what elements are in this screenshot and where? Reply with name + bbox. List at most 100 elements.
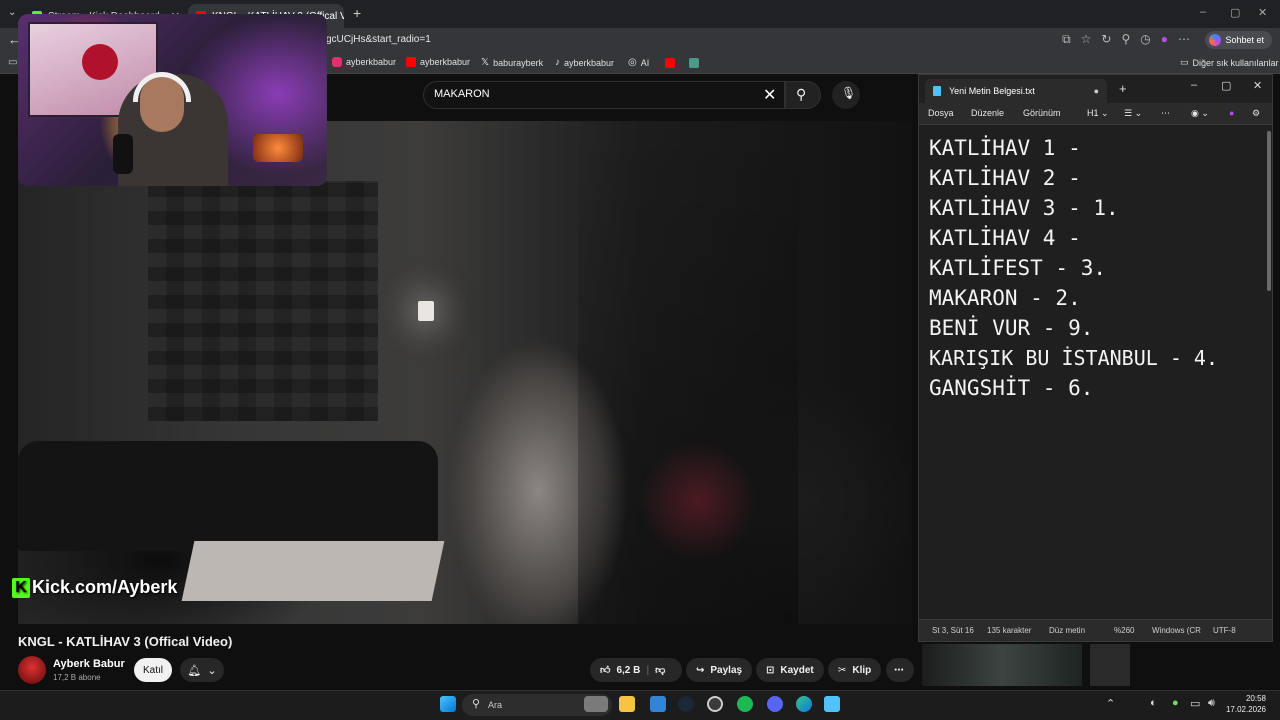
settings-gear-icon[interactable]: ⚙ (1252, 108, 1260, 119)
widgets-icon[interactable] (584, 696, 608, 712)
notepad-statusbar: St 3, Süt 16 135 karakter Düz metin %260… (919, 619, 1272, 641)
close-window-icon[interactable]: ✕ (1258, 6, 1267, 19)
notepad-taskbar-icon[interactable] (824, 696, 840, 712)
text-format[interactable]: Düz metin (1049, 626, 1085, 635)
more-actions-button[interactable]: ⋯ (886, 658, 914, 682)
join-button[interactable]: Katıl (134, 658, 172, 682)
youtube-bookmark-icon[interactable] (665, 58, 675, 68)
heading-select[interactable]: H1 ⌄ (1087, 108, 1109, 119)
encoding[interactable]: UTF-8 (1213, 626, 1236, 635)
zoom-level[interactable]: %260 (1114, 626, 1134, 635)
history-icon[interactable]: ◷ (1140, 32, 1150, 47)
minimize-icon[interactable]: – (1200, 6, 1206, 18)
bookmark-label: ayberkbabur (346, 57, 397, 67)
pc-icon[interactable]: ▭ (8, 57, 17, 68)
notepad-editor[interactable]: KATLİHAV 1 - KATLİHAV 2 - KATLİHAV 3 - 1. K… (929, 133, 1269, 403)
favorite-star-icon[interactable]: ☆ (1081, 32, 1092, 47)
subscriber-count: 17,2 B abone (53, 673, 101, 682)
tray-discord-icon[interactable]: ◐ (1150, 697, 1157, 709)
more-icon[interactable]: ⋯ (1178, 32, 1190, 47)
share-button[interactable]: ↪ Paylaş (686, 658, 753, 682)
menu-view[interactable]: Görünüm (1023, 108, 1061, 118)
sofa (18, 441, 438, 551)
channel-name[interactable]: Ayberk Babur (53, 658, 125, 670)
scrollbar[interactable] (1267, 131, 1271, 291)
extensions-icon[interactable]: ⚲ (1121, 32, 1130, 47)
steam-icon[interactable] (678, 696, 694, 712)
background-thumbnail-2 (1090, 644, 1130, 686)
bookmark-label: ayberkbabur (564, 57, 615, 68)
obs-icon[interactable] (707, 696, 723, 712)
system-clock[interactable]: 20:58 17.02.2026 (1226, 693, 1266, 715)
like-count[interactable]: 6,2 B (616, 665, 640, 676)
watermark-text: Kick.com/Ayberk (32, 577, 178, 597)
clear-search-icon[interactable]: ✕ (763, 85, 776, 105)
profile-icon[interactable]: ● (1229, 108, 1234, 118)
menu-file[interactable]: Dosya (928, 108, 954, 118)
editor-line: KATLİFEST - 3. (929, 256, 1107, 280)
orange-light (253, 134, 303, 162)
bookmark-icon: ⊡ (766, 664, 775, 676)
edge-icon[interactable] (796, 696, 812, 712)
clip-label: Klip (852, 664, 872, 676)
chat-label: Sohbet et (1225, 35, 1264, 45)
dislike-icon[interactable]: 👎︎ (655, 664, 665, 676)
copilot-chat-button[interactable]: Sohbet et (1205, 31, 1272, 49)
video-player[interactable] (18, 121, 912, 624)
close-icon[interactable]: ✕ (1253, 79, 1262, 92)
app-bookmark-icon[interactable] (689, 58, 699, 68)
heading-label: H1 (1087, 108, 1099, 118)
spotify-icon[interactable] (737, 696, 753, 712)
more-icon[interactable]: ⋯ (1161, 108, 1170, 119)
bookmark-instagram[interactable]: ayberkbabur (332, 57, 396, 67)
bookmark-tiktok[interactable]: ♪ ayberkbabur (555, 57, 614, 68)
search-value: MAKARON (434, 88, 490, 100)
read-aloud-icon[interactable]: ⧉ (1062, 32, 1071, 47)
maximize-icon[interactable]: ▢ (1221, 79, 1231, 92)
bookmark-x[interactable]: 𝕏 baburayberk (481, 57, 543, 68)
background-video-thumbnail (922, 644, 1082, 686)
avatar[interactable] (18, 656, 46, 684)
bookmark-ai[interactable]: ◎ AI (628, 57, 649, 68)
like-icon[interactable]: 👍︎ (600, 664, 610, 676)
file-explorer-icon[interactable] (619, 696, 635, 712)
menu-edit[interactable]: Düzenle (971, 108, 1004, 118)
voice-search-button[interactable]: 🎙 (832, 81, 860, 109)
list-icon[interactable]: ☰ ⌄ (1124, 108, 1142, 119)
volume-icon[interactable]: 🔊︎ (1208, 697, 1215, 710)
new-tab-button[interactable]: + (353, 5, 361, 21)
cursor-position: St 3, Süt 16 (932, 626, 974, 635)
notepad-tab[interactable]: Yeni Metin Belgesi.txt ● (925, 79, 1107, 103)
search-icon: ⚲ (796, 86, 807, 102)
bookmark-label: ayberkbabur (420, 57, 471, 67)
scissors-icon: ✂ (838, 664, 847, 676)
bookmark-youtube[interactable]: ayberkbabur (406, 57, 470, 67)
other-bookmarks[interactable]: ▭ Diğer sık kullanılanlar (1180, 57, 1279, 68)
editor-line: KATLİHAV 4 - (929, 226, 1081, 250)
search-button[interactable]: ⚲ (785, 81, 821, 109)
tray-chevron-icon[interactable]: ⌃ (1106, 697, 1115, 710)
wall-lamp (418, 301, 434, 321)
monitor-icon[interactable]: ▭ (1190, 697, 1200, 710)
clip-button[interactable]: ✂ Klip (828, 658, 882, 682)
profile-icon[interactable]: ● (1161, 32, 1168, 47)
minimize-icon[interactable]: – (1191, 79, 1197, 91)
line-ending[interactable]: Windows (CR (1152, 626, 1201, 635)
discord-icon[interactable] (767, 696, 783, 712)
kick-watermark: K Kick.com/Ayberk (12, 577, 177, 598)
bookmark-label: AI (640, 57, 650, 68)
copilot-icon[interactable]: ◉ ⌄ (1191, 108, 1209, 119)
tab-actions-chevron-icon[interactable]: ⌄ (8, 7, 16, 18)
start-windows-icon[interactable] (440, 696, 456, 712)
video-title: KNGL - KATLİHAV 3 (Offical Video) (18, 634, 233, 649)
new-tab-button[interactable]: + (1119, 81, 1127, 96)
tiktok-icon: ♪ (555, 57, 560, 68)
url-field[interactable]: gcUCjHs&start_radio=1 (326, 34, 431, 45)
notifications-button[interactable]: 🔔︎ ⌄ (180, 658, 224, 682)
refresh-icon[interactable]: ↻ (1101, 32, 1111, 47)
store-icon[interactable] (650, 696, 666, 712)
save-button[interactable]: ⊡ Kaydet (756, 658, 824, 682)
maximize-icon[interactable]: ▢ (1230, 6, 1240, 19)
tray-mic-icon[interactable]: ● (1172, 697, 1179, 709)
clock-time: 20:58 (1245, 694, 1266, 703)
